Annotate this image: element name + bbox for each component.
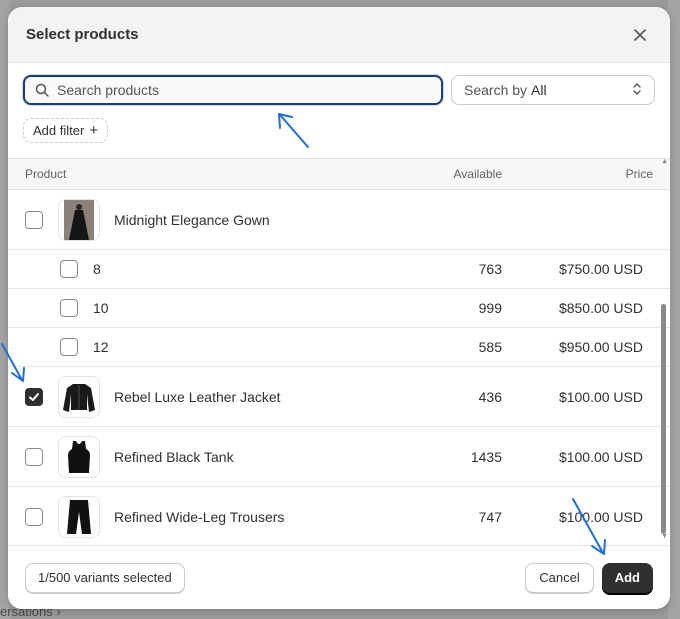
tank-top-image-icon <box>68 440 90 473</box>
header-available: Available <box>453 167 502 181</box>
variant-row[interactable]: 8 763 $750.00 USD <box>8 250 670 289</box>
variant-row[interactable]: 12 585 $950.00 USD <box>8 328 670 367</box>
available-cell: 1435 <box>470 448 502 465</box>
add-filter-button[interactable]: Add filter + <box>23 118 109 143</box>
product-name: Refined Black Tank <box>114 448 234 465</box>
variants-selected-button[interactable]: 1/500 variants selected <box>25 562 185 593</box>
product-name: Rebel Luxe Leather Jacket <box>114 388 281 405</box>
search-by-value: All <box>531 82 547 98</box>
search-by-label: Search by <box>464 82 528 98</box>
close-button[interactable] <box>628 23 652 47</box>
table-header: Product Available Price <box>8 159 670 190</box>
product-thumbnail <box>58 435 100 478</box>
checkmark-icon <box>29 392 39 401</box>
filter-row: Add filter + <box>8 105 670 157</box>
add-button[interactable]: Add <box>601 562 653 593</box>
header-price: Price <box>625 167 653 181</box>
modal-title: Select products <box>26 26 139 43</box>
trousers-image-icon <box>67 499 91 534</box>
row-checkbox[interactable] <box>60 299 78 317</box>
select-products-modal: Select products Search by All <box>8 7 670 609</box>
modal-header: Select products <box>8 7 670 63</box>
product-row[interactable]: Refined Black Tank 1435 $100.00 USD <box>8 427 670 487</box>
variant-name: 10 <box>93 300 109 316</box>
header-product: Product <box>25 167 67 181</box>
price-cell: $850.00 USD <box>558 300 643 316</box>
cancel-button[interactable]: Cancel <box>525 562 594 593</box>
product-row[interactable]: Rebel Luxe Leather Jacket 436 $100.00 US… <box>8 367 670 427</box>
scroll-down-arrow-icon[interactable]: ▼ <box>661 533 668 540</box>
product-row[interactable]: Refined Wide-Leg Trousers 747 $100.00 US… <box>8 487 670 546</box>
variant-name: 8 <box>93 261 101 277</box>
products-table: Product Available Price Midnight Eleganc… <box>8 158 670 546</box>
add-filter-label: Add filter <box>33 123 85 138</box>
row-checkbox[interactable] <box>60 338 78 356</box>
search-row: Search by All <box>8 63 670 105</box>
chevron-updown-icon <box>632 82 642 98</box>
modal-footer: 1/500 variants selected Cancel Add <box>8 545 670 609</box>
row-checkbox-checked[interactable] <box>25 387 43 406</box>
product-thumbnail <box>58 198 100 241</box>
row-checkbox[interactable] <box>60 260 78 278</box>
available-cell: 999 <box>478 300 502 316</box>
row-checkbox[interactable] <box>25 507 43 526</box>
variant-row[interactable]: 10 999 $850.00 USD <box>8 289 670 328</box>
product-name: Midnight Elegance Gown <box>114 211 270 228</box>
available-cell: 747 <box>478 508 502 525</box>
scrollbar-thumb[interactable] <box>661 304 666 534</box>
plus-icon: + <box>89 122 99 139</box>
available-cell: 763 <box>478 261 502 277</box>
product-thumbnail <box>58 375 100 418</box>
row-checkbox[interactable] <box>25 447 43 466</box>
price-cell: $750.00 USD <box>558 261 643 277</box>
search-by-select[interactable]: Search by All <box>451 75 655 105</box>
price-cell: $100.00 USD <box>558 388 643 405</box>
product-row[interactable]: Midnight Elegance Gown <box>8 190 670 250</box>
search-field[interactable] <box>23 75 443 105</box>
price-cell: $100.00 USD <box>558 508 643 525</box>
price-cell: $100.00 USD <box>558 448 643 465</box>
search-input[interactable] <box>57 82 431 98</box>
gown-image-icon <box>64 199 94 240</box>
available-cell: 436 <box>478 388 502 405</box>
variant-name: 12 <box>93 339 109 355</box>
jacket-image-icon <box>63 383 95 412</box>
price-cell: $950.00 USD <box>558 339 643 355</box>
search-icon <box>35 83 49 97</box>
close-icon <box>634 28 646 41</box>
row-checkbox[interactable] <box>25 210 43 229</box>
product-name: Refined Wide-Leg Trousers <box>114 508 285 525</box>
available-cell: 585 <box>478 339 502 355</box>
product-thumbnail <box>58 495 100 538</box>
scroll-up-arrow-icon[interactable]: ▲ <box>661 158 668 165</box>
